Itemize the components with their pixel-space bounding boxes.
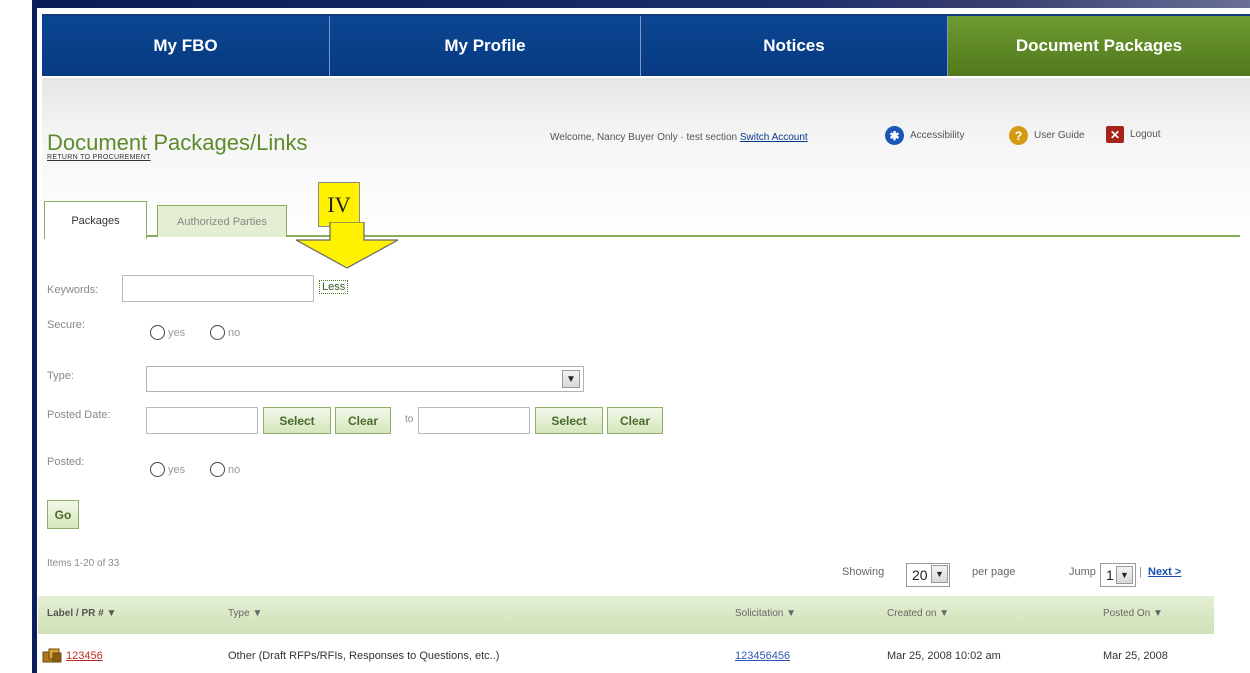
keywords-label: Keywords:	[47, 284, 99, 296]
row-posted: Mar 25, 2008	[1103, 650, 1168, 662]
subtabs: Packages Authorized Parties	[44, 201, 1240, 239]
logout-label: Logout	[1130, 129, 1161, 140]
col-posted-header[interactable]: Posted On ▼	[1103, 608, 1163, 619]
nav-tab-notices[interactable]: Notices	[641, 16, 948, 76]
tab-packages[interactable]: Packages	[44, 201, 147, 239]
annotation-arrow-icon	[295, 222, 399, 269]
posted-date-to-input[interactable]	[418, 407, 530, 434]
radio-circle	[210, 325, 225, 340]
page-title: Document Packages/Links	[47, 130, 308, 155]
chevron-down-icon: ▼	[931, 565, 948, 583]
secure-no-radio[interactable]: no	[210, 325, 240, 340]
accessibility-label: Accessibility	[910, 130, 965, 141]
col-created-header[interactable]: Created on ▼	[887, 608, 949, 619]
help-icon: ?	[1009, 126, 1028, 145]
col-solicitation-header[interactable]: Solicitation ▼	[735, 608, 796, 619]
per-page-label: per page	[972, 566, 1016, 578]
user-guide-link[interactable]: ? User Guide	[1009, 126, 1085, 145]
nav-tab-document-packages[interactable]: Document Packages	[948, 16, 1250, 76]
logout-link[interactable]: ✕ Logout	[1106, 126, 1161, 143]
showing-label: Showing	[842, 566, 885, 578]
secure-yes-radio[interactable]: yes	[150, 325, 185, 340]
type-label: Type:	[47, 370, 74, 382]
less-link[interactable]: Less	[319, 280, 349, 294]
switch-account-link[interactable]: Switch Account	[740, 132, 808, 143]
select-to-date-button[interactable]: Select	[535, 407, 603, 434]
jump-value: 1	[1106, 567, 1114, 583]
posted-no-radio[interactable]: no	[210, 462, 240, 477]
annotation-label: IV	[318, 182, 360, 227]
posted-date-from-input[interactable]	[146, 407, 258, 434]
per-page-value: 20	[912, 567, 928, 583]
row-type: Other (Draft RFPs/RFIs, Responses to Que…	[228, 650, 500, 662]
to-label: to	[405, 414, 414, 425]
posted-label: Posted:	[47, 456, 85, 468]
radio-label: no	[228, 326, 241, 339]
nav-tab-my-fbo[interactable]: My FBO	[42, 16, 330, 76]
chevron-down-icon: ▼	[562, 370, 580, 388]
posted-yes-radio[interactable]: yes	[150, 462, 185, 477]
type-select[interactable]: ▼	[146, 366, 584, 392]
posted-date-label: Posted Date:	[47, 409, 111, 421]
radio-label: yes	[168, 463, 186, 476]
table-header: Label / PR # ▼ Type ▼ Solicitation ▼ Cre…	[38, 596, 1214, 634]
table-row: 123456 Other (Draft RFPs/RFIs, Responses…	[38, 638, 1214, 673]
separator: |	[1139, 566, 1142, 578]
jump-select[interactable]: 1 ▼	[1100, 563, 1136, 587]
go-button[interactable]: Go	[47, 500, 79, 529]
row-label-link[interactable]: 123456	[66, 650, 103, 662]
user-guide-label: User Guide	[1034, 130, 1085, 141]
tab-authorized-parties[interactable]: Authorized Parties	[157, 205, 287, 237]
col-type-header[interactable]: Type ▼	[228, 608, 262, 619]
clear-to-date-button[interactable]: Clear	[607, 407, 663, 434]
jump-label: Jump	[1069, 566, 1096, 578]
package-icon	[42, 648, 62, 663]
row-created: Mar 25, 2008 10:02 am	[887, 650, 1001, 662]
secure-label: Secure:	[47, 319, 85, 331]
select-from-date-button[interactable]: Select	[263, 407, 331, 434]
accessibility-icon: ✱	[885, 126, 904, 145]
clear-from-date-button[interactable]: Clear	[335, 407, 391, 434]
chevron-down-icon: ▼	[1116, 566, 1133, 584]
keywords-input[interactable]	[122, 275, 314, 302]
top-stripe	[37, 0, 1250, 8]
radio-label: no	[228, 463, 241, 476]
welcome-text: Welcome, Nancy Buyer Only · test section…	[550, 132, 808, 143]
per-page-dropdown-wrap	[950, 563, 955, 587]
row-solicitation-link[interactable]: 123456456	[735, 650, 790, 662]
radio-circle	[150, 325, 165, 340]
radio-label: yes	[168, 326, 186, 339]
return-to-procurement-link[interactable]: RETURN TO PROCUREMENT	[47, 154, 151, 161]
main-nav: My FBO My Profile Notices Document Packa…	[42, 14, 1250, 76]
nav-tab-my-profile[interactable]: My Profile	[330, 16, 641, 76]
next-page-link[interactable]: Next >	[1148, 566, 1181, 578]
close-icon: ✕	[1106, 126, 1124, 143]
per-page-dropdown[interactable]: ▼	[928, 563, 950, 587]
radio-circle	[210, 462, 225, 477]
radio-circle	[150, 462, 165, 477]
col-label-header[interactable]: Label / PR # ▼	[47, 608, 116, 619]
accessibility-link[interactable]: ✱ Accessibility	[885, 126, 964, 145]
items-count: Items 1-20 of 33	[47, 558, 120, 569]
